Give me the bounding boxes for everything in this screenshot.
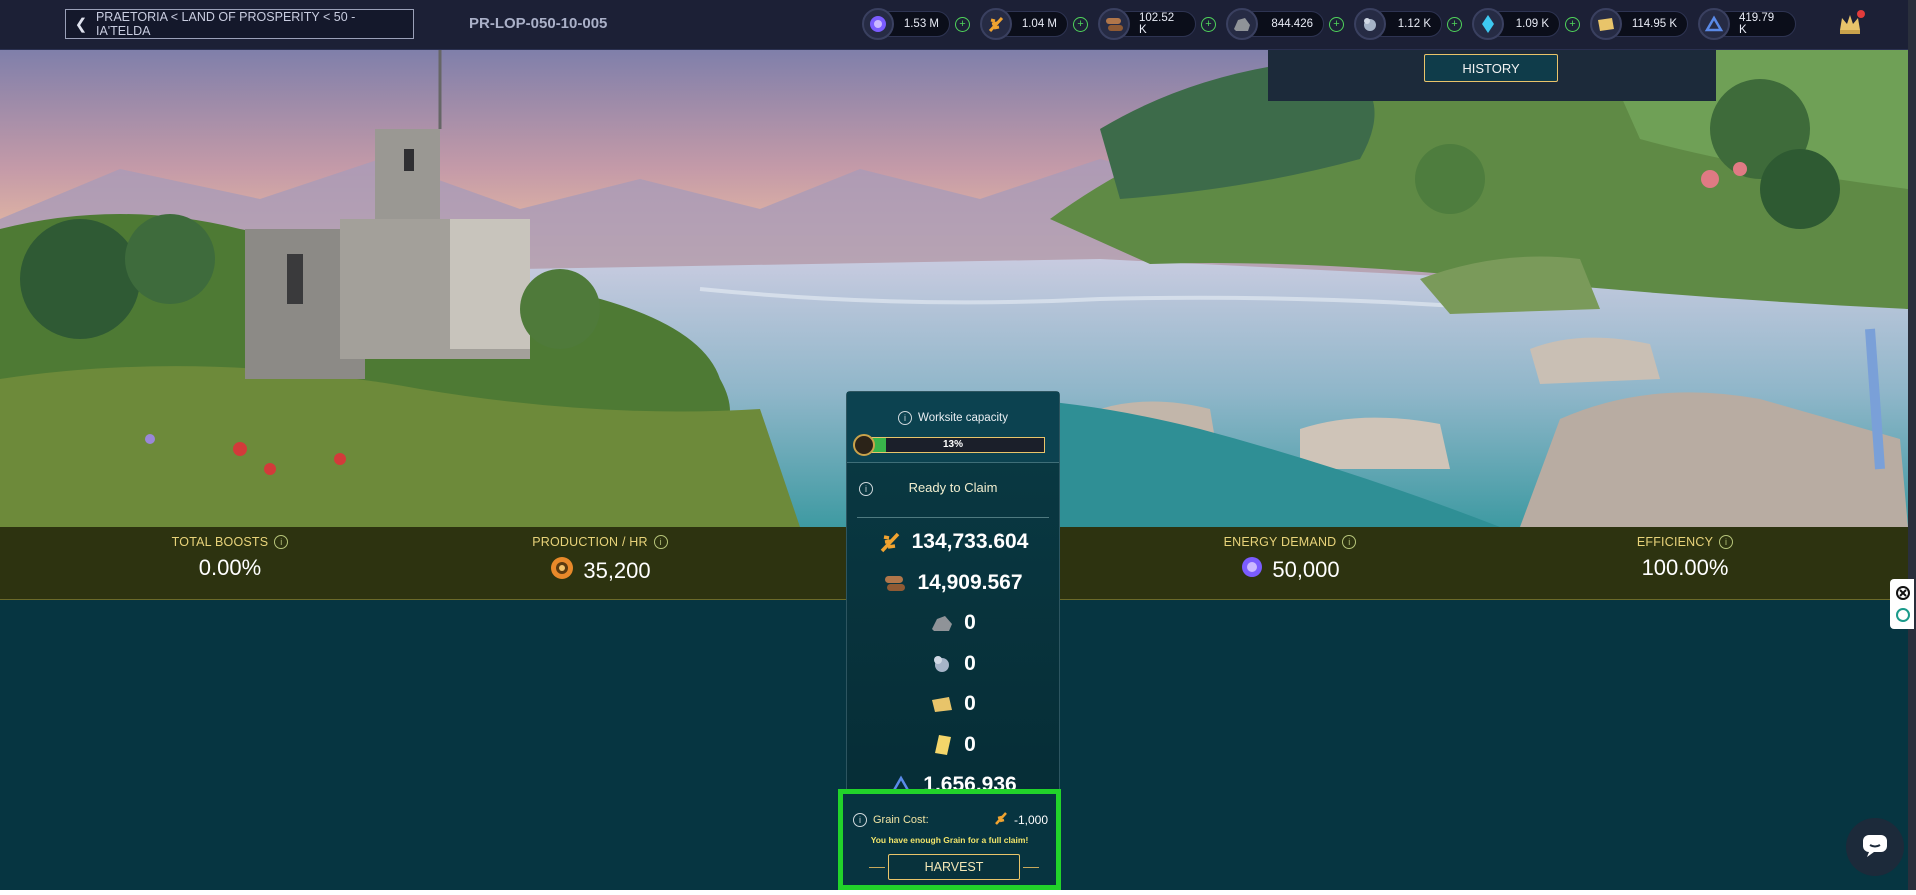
top-bar: ❮ PRAETORIA < LAND OF PROSPERITY < 50 - … [0,0,1908,50]
claim-value: 0 [964,732,976,756]
capacity-progress-bar: 13% [861,437,1045,453]
grain-icon [878,530,902,554]
resource-value: 1.53 M [903,18,939,30]
grain-cost-value: -1,000 [1013,812,1048,827]
divider [857,517,1049,518]
divider [869,867,885,868]
add-iron-button[interactable]: + [1447,16,1462,32]
add-energy-button[interactable]: + [955,16,970,32]
avatar[interactable] [1836,10,1865,38]
scrollbar[interactable] [1908,0,1916,890]
energy-icon [1240,555,1264,585]
claim-value: 0 [964,651,976,675]
resource-bar: 1.53 M + 1.04 M + 102.52 K + 844.426 + 1… [862,8,1796,40]
stat-value: 0.00% [198,555,262,580]
resource-stone: 844.426 + [1226,8,1344,40]
claim-item-stone: 0 [847,603,1059,644]
info-icon[interactable]: i [853,812,867,827]
stat-label: PRODUCTION / HR [532,535,648,549]
resource-value: 419.79 K [1739,12,1775,36]
breadcrumb-text: PRAETORIA < LAND OF PROSPERITY < 50 - IA… [95,10,356,38]
add-wood-button[interactable]: + [1201,16,1216,32]
stat-energy-demand: ENERGY DEMAND i 50,000 [1190,535,1390,585]
harvest-button[interactable]: HARVEST [888,854,1020,880]
stone-icon [1226,8,1258,40]
claim-item-grain: 134,733.604 [847,522,1059,563]
divider [1023,867,1039,868]
chat-icon [1861,832,1889,863]
claim-value: 0 [964,611,976,635]
capacity-label: Worksite capacity [918,412,1008,424]
history-button[interactable]: HISTORY [1424,54,1558,82]
claim-value: 134,733.604 [911,530,1029,554]
stat-production: PRODUCTION / HR i 35,200 [500,535,700,587]
claim-item-wood: 14,909.567 [847,563,1059,604]
grain-icon [980,8,1012,40]
crystal-icon [1472,8,1504,40]
claim-list: 134,733.604 14,909.567 0 0 0 0 1,656.936 [847,522,1059,806]
stat-label: ENERGY DEMAND [1223,535,1337,549]
breadcrumb[interactable]: ❮ PRAETORIA < LAND OF PROSPERITY < 50 - … [65,9,414,39]
resource-crystal: 1.09 K + [1472,8,1580,40]
page: HISTORY ❮ PRAETORIA < LAND OF PROSPERITY… [0,0,1916,890]
resource-grain: 1.04 M + [980,8,1088,40]
stat-value: 35,200 [583,558,651,583]
stat-value: 100.00% [1641,555,1729,580]
claim-value: 0 [964,692,976,716]
resource-research: 419.79 K [1698,8,1796,40]
claim-item-scroll: 0 [847,684,1059,725]
claim-item-card: 0 [847,725,1059,766]
stat-efficiency: EFFICIENCY i 100.00% [1585,535,1785,581]
production-gear-icon [549,555,575,587]
stat-value: 50,000 [1272,557,1340,582]
grain-cost-box: i Grain Cost: -1,000 You have enough Gra… [838,789,1061,890]
stat-label: EFFICIENCY [1636,535,1714,549]
back-chevron-icon[interactable]: ❮ [66,15,96,33]
grain-sufficient-message: You have enough Grain for a full claim! [870,835,1029,845]
research-icon [1698,8,1730,40]
add-grain-button[interactable]: + [1073,16,1088,32]
ready-to-claim-label: Ready to Claim [908,480,998,495]
grain-icon [994,811,1008,828]
resource-value: 1.04 M [1021,18,1057,30]
capacity-percent: 13% [942,439,963,450]
wood-icon [883,571,907,595]
chat-button[interactable] [1846,818,1904,876]
plot-id: PR-LOP-050-10-005 [469,15,608,32]
info-icon[interactable]: i [898,411,913,425]
resource-value: 1.09 K [1515,18,1549,30]
resource-value: 114.95 K [1631,18,1677,30]
info-icon[interactable]: i [653,535,668,549]
card-icon [930,733,954,757]
resource-energy: 1.53 M + [862,8,970,40]
scroll-icon [930,692,954,716]
iron-icon [930,652,954,676]
stat-label: TOTAL BOOSTS [171,535,269,549]
info-icon[interactable]: i [274,535,289,549]
resource-scroll: 114.95 K [1590,8,1688,40]
grain-cost-label: Grain Cost: [873,813,929,826]
stat-total-boosts: TOTAL BOOSTS i 0.00% [130,535,330,581]
iron-icon [1354,8,1386,40]
worksite-capacity-section: i Worksite capacity 13% [847,392,1059,463]
scroll-icon [1590,8,1622,40]
add-stone-button[interactable]: + [1329,16,1344,32]
claim-value: 14,909.567 [917,570,1023,594]
resource-wood: 102.52 K + [1098,8,1216,40]
stone-icon [930,611,954,635]
resource-value: 844.426 [1271,18,1313,30]
energy-icon [862,8,894,40]
info-icon[interactable]: i [1719,535,1734,549]
side-widget[interactable] [1890,579,1914,629]
info-icon[interactable]: i [1342,535,1357,549]
wood-icon [1098,8,1130,40]
add-crystal-button[interactable]: + [1565,16,1580,32]
resource-iron: 1.12 K + [1354,8,1462,40]
chest-icon [853,434,875,456]
notification-dot [1857,10,1865,18]
claim-item-iron: 0 [847,644,1059,685]
resource-value: 1.12 K [1397,18,1431,30]
resource-value: 102.52 K [1139,12,1175,36]
